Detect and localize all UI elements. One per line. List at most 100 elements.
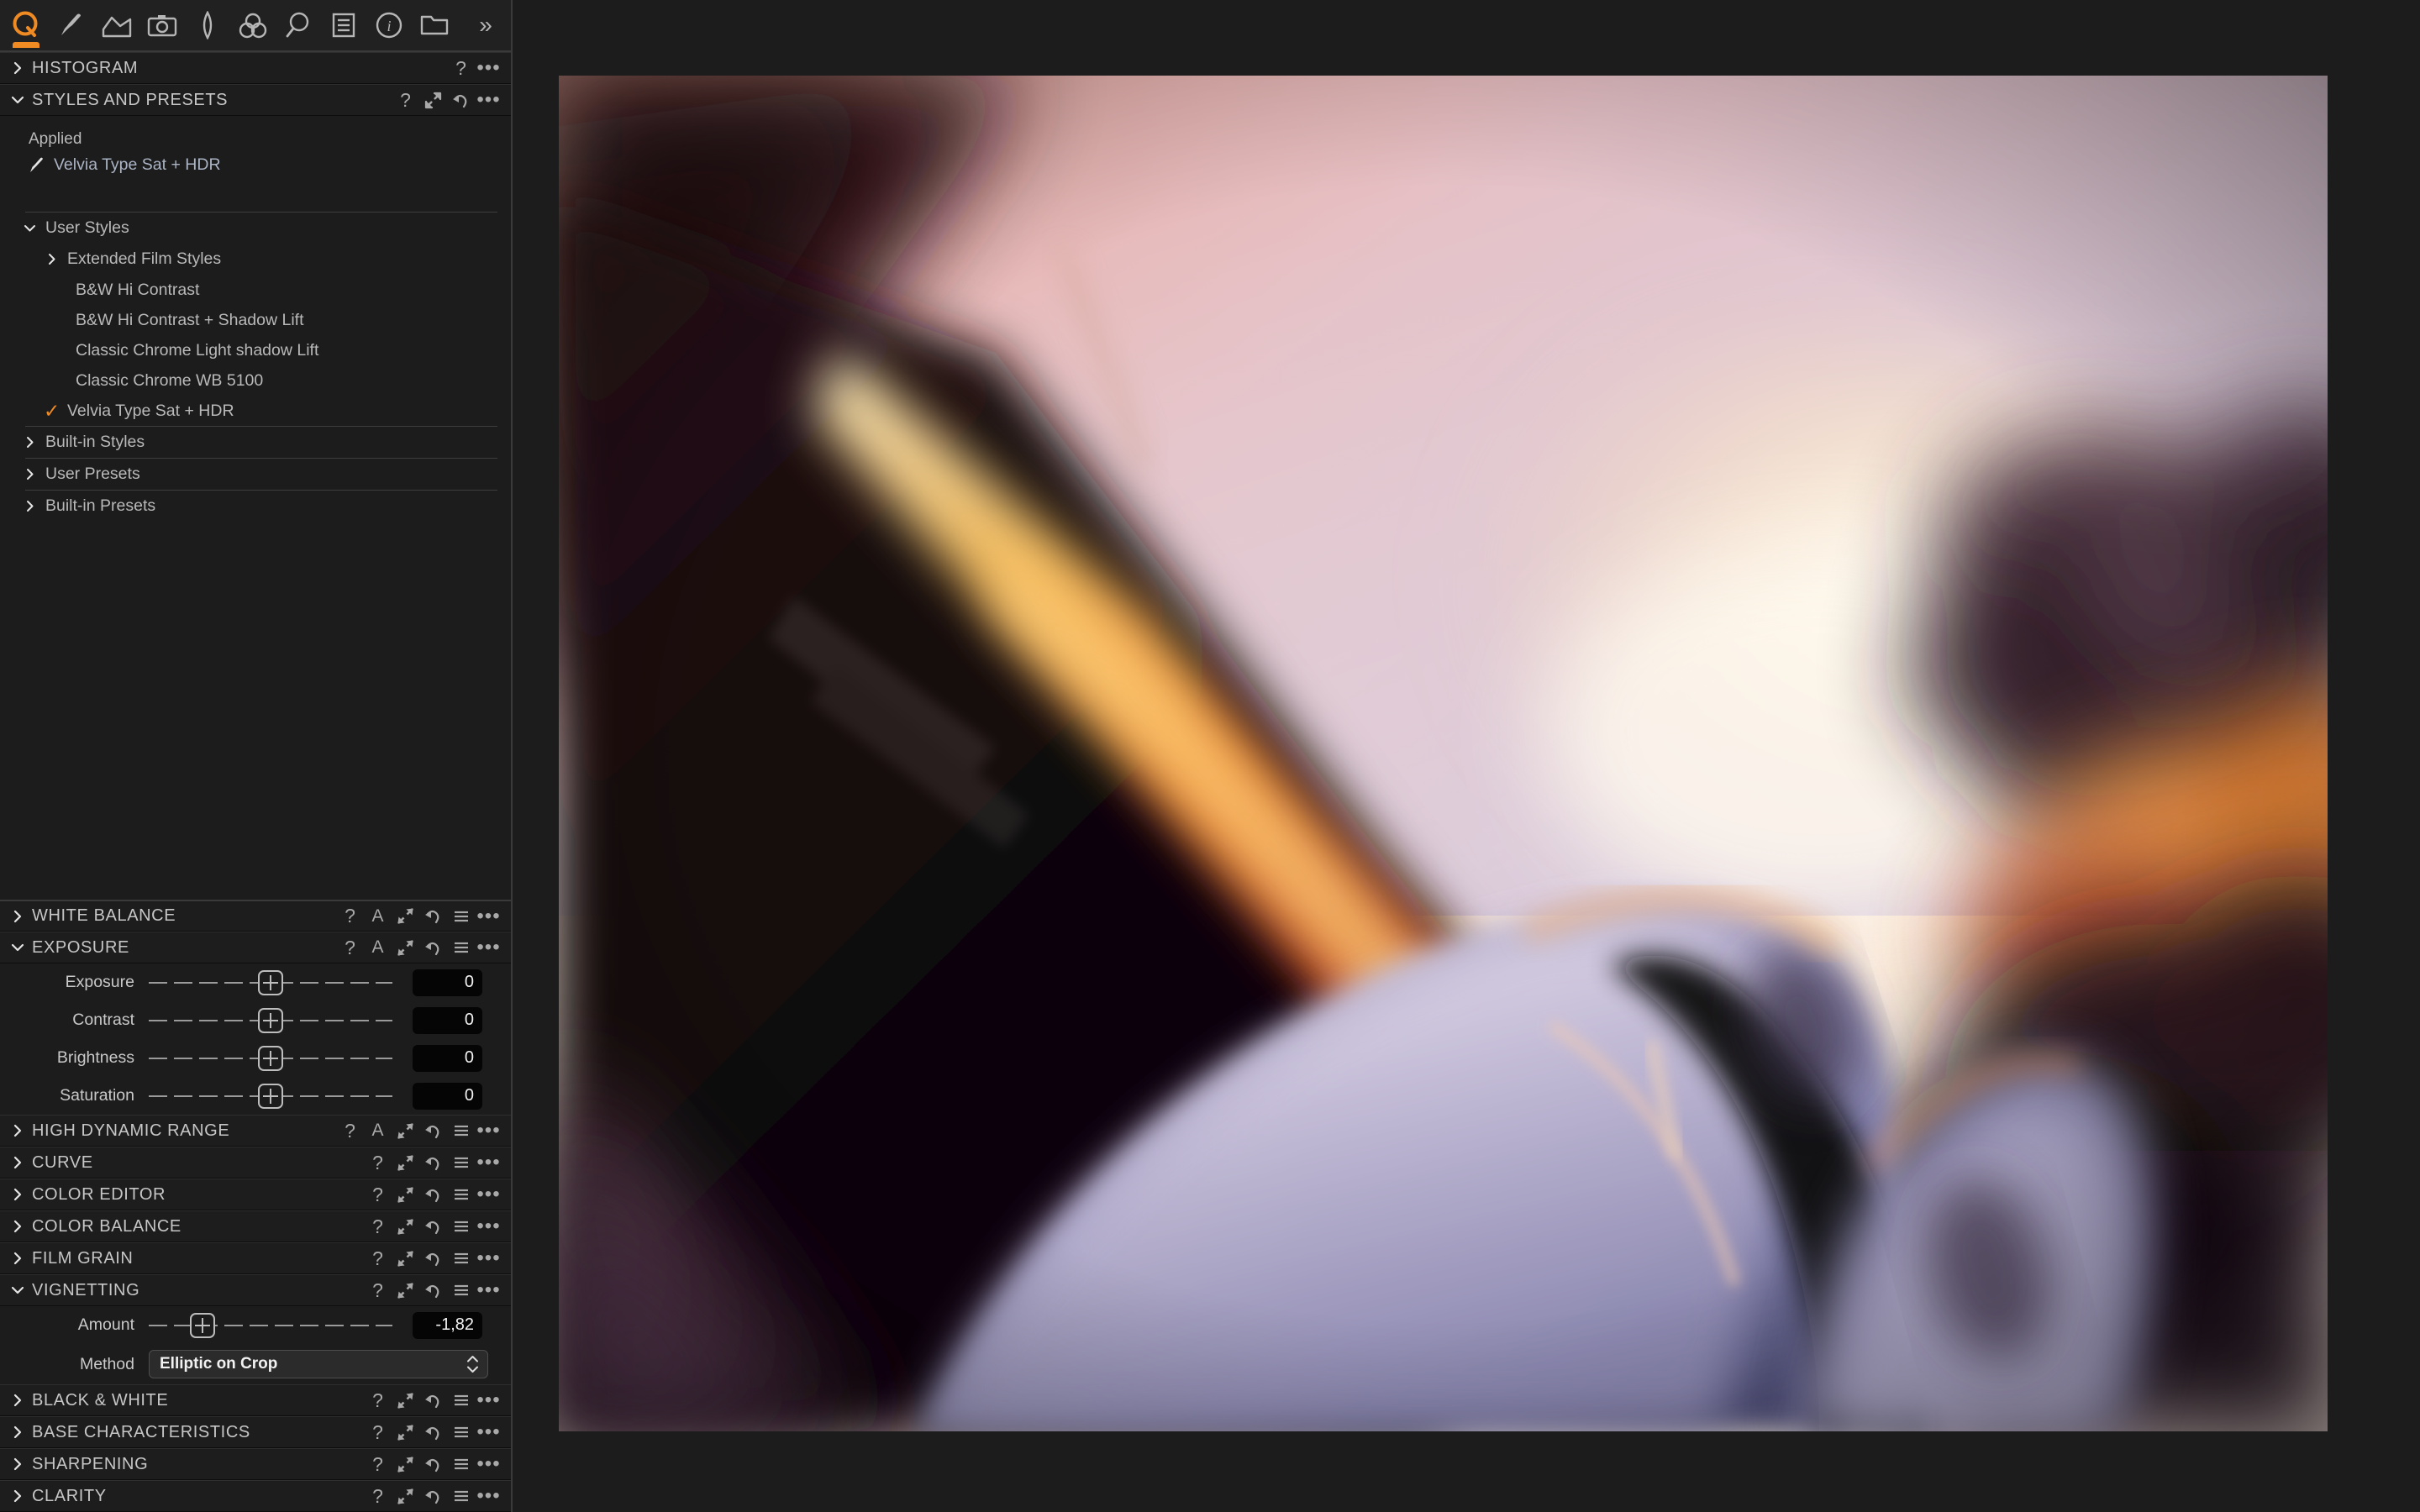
style-item-velvia-type-sat-hdr[interactable]: ✓ Velvia Type Sat + HDR [0,396,511,426]
hamburger-icon[interactable] [447,1182,475,1207]
expand-arrows-icon[interactable] [392,1118,419,1143]
expand-arrows-icon[interactable] [392,1483,419,1509]
expand-arrows-icon[interactable] [392,1150,419,1175]
expand-arrows-icon[interactable] [392,1420,419,1445]
section-header-sharpening[interactable]: SHARPENING ? ••• [0,1448,511,1480]
section-header-base-characteristics[interactable]: BASE CHARACTERISTICS ? ••• [0,1416,511,1448]
help-icon[interactable]: ? [364,1483,392,1509]
tree-group-extended-film-styles[interactable]: Extended Film Styles [0,244,511,275]
image-viewer[interactable] [514,0,2420,1512]
section-header-styles-presets[interactable]: STYLES AND PRESETS ? ••• [0,84,511,116]
expand-arrows-icon[interactable] [392,1182,419,1207]
help-icon[interactable]: ? [336,904,364,929]
expand-arrows-icon[interactable] [392,1246,419,1271]
slider-vignetting-amount[interactable] [149,1306,392,1344]
hamburger-icon[interactable] [447,1278,475,1303]
tree-group-user-styles[interactable]: User Styles [0,213,511,244]
slider-handle[interactable] [258,1007,283,1033]
more-icon[interactable]: ••• [475,1150,502,1175]
more-icon[interactable]: ••• [475,87,502,113]
slider-value-saturation[interactable]: 0 [413,1082,482,1110]
section-header-high-dynamic-range[interactable]: HIGH DYNAMIC RANGE ? A ••• [0,1115,511,1147]
slider-value-vignetting-amount[interactable]: -1,82 [413,1311,482,1339]
help-icon[interactable]: ? [364,1278,392,1303]
expand-arrows-icon[interactable] [392,1388,419,1413]
slider-value-brightness[interactable]: 0 [413,1044,482,1072]
slider-handle[interactable] [258,1083,283,1109]
help-icon[interactable]: ? [336,935,364,960]
section-header-clarity[interactable]: CLARITY ? ••• [0,1480,511,1512]
hamburger-icon[interactable] [447,1246,475,1271]
section-header-exposure[interactable]: EXPOSURE ? A ••• [0,932,511,963]
section-header-curve[interactable]: CURVE ? ••• [0,1147,511,1179]
help-icon[interactable]: ? [392,87,419,113]
tool-tab-details[interactable] [139,2,185,49]
more-icon[interactable]: ••• [475,1214,502,1239]
hamburger-icon[interactable] [447,935,475,960]
reset-arrow-icon[interactable] [419,1388,447,1413]
auto-icon[interactable]: A [364,935,392,960]
help-icon[interactable]: ? [364,1388,392,1413]
slider-brightness[interactable] [149,1039,392,1077]
tool-tab-color[interactable] [230,2,276,49]
help-icon[interactable]: ? [364,1246,392,1271]
slider-contrast[interactable] [149,1001,392,1039]
section-header-color-balance[interactable]: COLOR BALANCE ? ••• [0,1210,511,1242]
more-icon[interactable]: ••• [475,1452,502,1477]
style-item-bw-hi-contrast-shadow-lift[interactable]: B&W Hi Contrast + Shadow Lift [0,305,511,335]
reset-arrow-icon[interactable] [419,1278,447,1303]
tree-group-built-in-presets[interactable]: Built-in Presets [0,491,511,522]
slider-value-exposure[interactable]: 0 [413,969,482,996]
preview-image[interactable] [559,76,2328,1431]
reset-arrow-icon[interactable] [419,935,447,960]
more-icon[interactable]: ••• [475,55,502,81]
tool-tab-info[interactable]: i [366,2,412,49]
reset-arrow-icon[interactable] [419,1182,447,1207]
reset-arrow-icon[interactable] [419,904,447,929]
help-icon[interactable]: ? [447,55,475,81]
slider-handle[interactable] [258,969,283,995]
help-icon[interactable]: ? [364,1420,392,1445]
help-icon[interactable]: ? [364,1214,392,1239]
tool-tab-library[interactable] [412,2,457,49]
hamburger-icon[interactable] [447,1388,475,1413]
slider-value-contrast[interactable]: 0 [413,1006,482,1034]
applied-style-row[interactable]: Velvia Type Sat + HDR [0,154,511,176]
expand-arrows-icon[interactable] [392,935,419,960]
tool-tab-quick[interactable] [3,2,49,49]
style-item-classic-chrome-wb-5100[interactable]: Classic Chrome WB 5100 [0,365,511,396]
expand-arrows-icon[interactable] [392,1452,419,1477]
style-item-bw-hi-contrast[interactable]: B&W Hi Contrast [0,275,511,305]
section-header-black-and-white[interactable]: BLACK & WHITE ? ••• [0,1384,511,1416]
hamburger-icon[interactable] [447,904,475,929]
more-icon[interactable]: ••• [475,1118,502,1143]
slider-saturation[interactable] [149,1077,392,1115]
hamburger-icon[interactable] [447,1150,475,1175]
style-item-classic-chrome-light-shadow-lift[interactable]: Classic Chrome Light shadow Lift [0,335,511,365]
tree-group-user-presets[interactable]: User Presets [0,459,511,490]
tool-tab-lens[interactable] [185,2,230,49]
reset-arrow-icon[interactable] [419,1214,447,1239]
help-icon[interactable]: ? [364,1452,392,1477]
tool-tab-exposure[interactable] [49,2,94,49]
tree-group-built-in-styles[interactable]: Built-in Styles [0,427,511,458]
section-header-color-editor[interactable]: COLOR EDITOR ? ••• [0,1179,511,1210]
more-icon[interactable]: ••• [475,1246,502,1271]
section-header-histogram[interactable]: HISTOGRAM ? ••• [0,52,511,84]
reset-arrow-icon[interactable] [419,1150,447,1175]
slider-handle[interactable] [189,1312,215,1338]
more-icon[interactable]: ••• [475,904,502,929]
expand-arrows-icon[interactable] [392,1214,419,1239]
reset-arrow-icon[interactable] [419,1420,447,1445]
expand-arrows-icon[interactable] [419,87,447,113]
reset-arrow-icon[interactable] [419,1246,447,1271]
reset-arrow-icon[interactable] [419,1118,447,1143]
tool-tab-zoom[interactable] [276,2,321,49]
auto-icon[interactable]: A [364,1118,392,1143]
help-icon[interactable]: ? [364,1150,392,1175]
vignetting-method-select[interactable]: Elliptic on Crop [149,1350,488,1378]
toolbar-overflow-button[interactable]: » [460,2,511,49]
more-icon[interactable]: ••• [475,935,502,960]
reset-arrow-icon[interactable] [419,1483,447,1509]
help-icon[interactable]: ? [336,1118,364,1143]
